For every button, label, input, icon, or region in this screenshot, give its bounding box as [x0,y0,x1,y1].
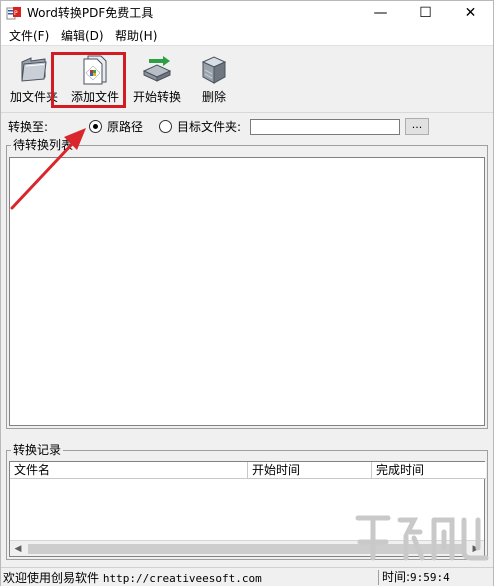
horizontal-scrollbar[interactable]: ◀ ▶ [10,540,484,556]
convert-to-row: 转换至: 原路径 目标文件夹: ... [1,114,493,138]
browse-button[interactable]: ... [405,118,429,135]
scroll-thumb[interactable] [28,544,466,554]
scroll-right-icon[interactable]: ▶ [470,543,482,555]
window-title: Word转换PDF免费工具 [27,6,154,20]
time-value: 9:59:4 [410,571,450,584]
svg-text:P: P [14,10,18,17]
status-url[interactable]: http://creativeesoft.com [103,572,262,585]
records-group: 转换记录 文件名 开始时间 完成时间 ◀ ▶ [6,443,488,560]
status-message: 欢迎使用创易软件 http://creativeesoft.com [3,571,262,586]
records-legend: 转换记录 [11,443,64,457]
pending-list-group: 待转换列表 [6,138,488,429]
app-logo-icon: P [6,7,21,20]
convert-to-label: 转换至: [8,120,49,134]
time-label: 时间: [382,570,411,584]
title-bar: P Word转换PDF免费工具 — ☐ ✕ [1,1,493,26]
target-folder-label[interactable]: 目标文件夹: [177,120,241,134]
delete-button[interactable]: 删除 [183,51,245,109]
menu-edit[interactable]: 编辑(D) [61,28,104,44]
pending-list[interactable] [9,157,485,426]
close-button[interactable]: ✕ [448,1,493,26]
maximize-button[interactable]: ☐ [403,1,448,26]
menu-file[interactable]: 文件(F) [9,28,49,44]
status-time: 时间:9:59:4 [378,570,488,585]
original-path-label[interactable]: 原路径 [107,120,143,134]
folder-icon [21,57,47,82]
delete-icon [201,56,227,84]
delete-label: 删除 [201,90,226,104]
radio-original-path[interactable] [89,120,102,133]
radio-target-folder[interactable] [159,120,172,133]
scroll-left-icon[interactable]: ◀ [12,543,24,555]
column-header-finish-time[interactable]: 完成时间 [372,462,486,479]
menu-bar: 文件(F) 编辑(D) 帮助(H) [1,26,493,46]
minimize-button[interactable]: — [358,1,403,26]
status-welcome-text: 欢迎使用创易软件 [3,571,100,585]
pending-list-legend: 待转换列表 [11,138,76,152]
start-convert-button[interactable]: 开始转换 [126,51,188,109]
target-folder-input[interactable] [250,119,400,135]
records-table[interactable]: 文件名 开始时间 完成时间 ◀ ▶ [9,461,486,557]
column-header-filename[interactable]: 文件名 [10,462,248,479]
app-window: P Word转换PDF免费工具 — ☐ ✕ 文件(F) 编辑(D) 帮助(H) … [0,0,494,586]
convert-icon [142,56,172,82]
menu-help[interactable]: 帮助(H) [115,28,157,44]
toolbar: 加文件夹 添加文件 开始转换 删除 [1,47,493,113]
status-bar: 欢迎使用创易软件 http://creativeesoft.com 时间:9:5… [1,567,493,586]
column-header-start-time[interactable]: 开始时间 [248,462,372,479]
start-convert-label: 开始转换 [132,90,181,104]
highlight-box [51,52,126,108]
